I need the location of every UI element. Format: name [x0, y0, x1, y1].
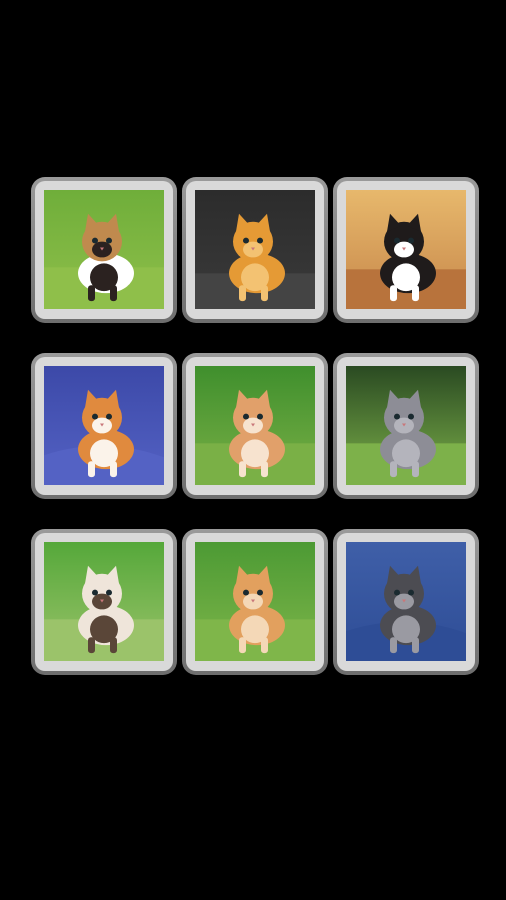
tile-frame — [186, 181, 324, 319]
tile-3[interactable] — [333, 177, 479, 323]
ginger-kitten-standing-photo — [195, 366, 315, 485]
tile-frame — [186, 533, 324, 671]
black-kitten-photo — [346, 190, 466, 309]
tile-frame — [337, 533, 475, 671]
orange-kitten-stretching-photo — [195, 190, 315, 309]
grey-fluffy-kitten-photo — [346, 366, 466, 485]
calico-kitten-photo — [44, 190, 164, 309]
kitten-illustration — [44, 366, 164, 485]
siamese-kitten-photo — [44, 542, 164, 661]
kitten-illustration — [346, 542, 466, 661]
kitten-illustration — [346, 190, 466, 309]
tile-frame — [35, 357, 173, 495]
tile-8[interactable] — [182, 529, 328, 675]
tile-1[interactable] — [31, 177, 177, 323]
orange-white-fluffy-kitten-photo — [44, 366, 164, 485]
tile-4[interactable] — [31, 353, 177, 499]
kitten-illustration — [195, 542, 315, 661]
tile-frame — [186, 357, 324, 495]
tile-7[interactable] — [31, 529, 177, 675]
tile-frame — [35, 533, 173, 671]
tile-frame — [35, 181, 173, 319]
tile-2[interactable] — [182, 177, 328, 323]
grey-tabby-kitten-photo — [346, 542, 466, 661]
tile-frame — [337, 357, 475, 495]
kitten-illustration — [44, 190, 164, 309]
tile-frame — [337, 181, 475, 319]
kitten-illustration — [195, 366, 315, 485]
tile-9[interactable] — [333, 529, 479, 675]
kitten-grid — [31, 177, 479, 675]
kitten-illustration — [346, 366, 466, 485]
kitten-illustration — [195, 190, 315, 309]
kitten-illustration — [44, 542, 164, 661]
tile-5[interactable] — [182, 353, 328, 499]
orange-kitten-walking-photo — [195, 542, 315, 661]
tile-6[interactable] — [333, 353, 479, 499]
